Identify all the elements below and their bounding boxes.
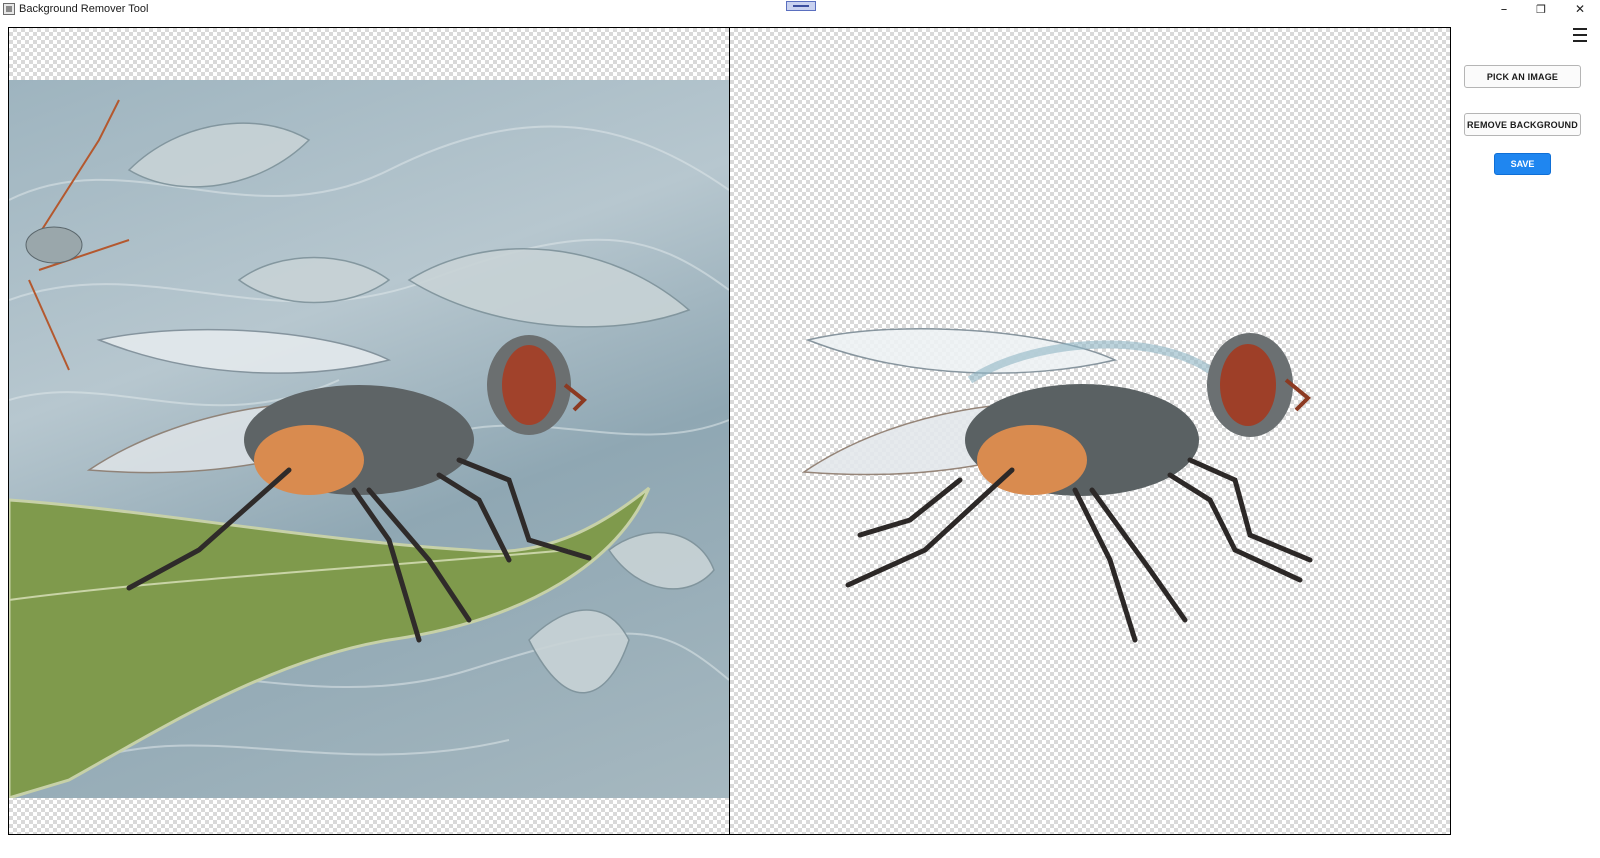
- close-button[interactable]: ✕: [1562, 0, 1598, 18]
- menu-line: [1573, 28, 1587, 30]
- title-bar[interactable]: Background Remover Tool – ❐ ✕: [0, 0, 1600, 20]
- pick-image-button[interactable]: PICK AN IMAGE: [1464, 65, 1581, 88]
- original-image-drawing: [9, 99, 729, 798]
- app-icon: [3, 3, 15, 15]
- original-image: [9, 80, 729, 798]
- menu-line: [1573, 34, 1587, 36]
- hamburger-menu-icon[interactable]: [1573, 28, 1589, 42]
- remove-background-button[interactable]: REMOVE BACKGROUND: [1464, 113, 1581, 136]
- original-image-pane: [8, 27, 730, 835]
- fly-cutout-drawing: [801, 327, 1313, 643]
- maximize-button[interactable]: ❐: [1523, 0, 1559, 18]
- menu-line: [1573, 40, 1587, 42]
- result-image: [730, 80, 1450, 798]
- save-button[interactable]: SAVE: [1494, 153, 1551, 175]
- window-title: Background Remover Tool: [19, 3, 149, 15]
- drag-handle-icon[interactable]: [786, 1, 816, 11]
- result-image-pane: [729, 27, 1451, 835]
- minimize-button[interactable]: –: [1486, 0, 1522, 18]
